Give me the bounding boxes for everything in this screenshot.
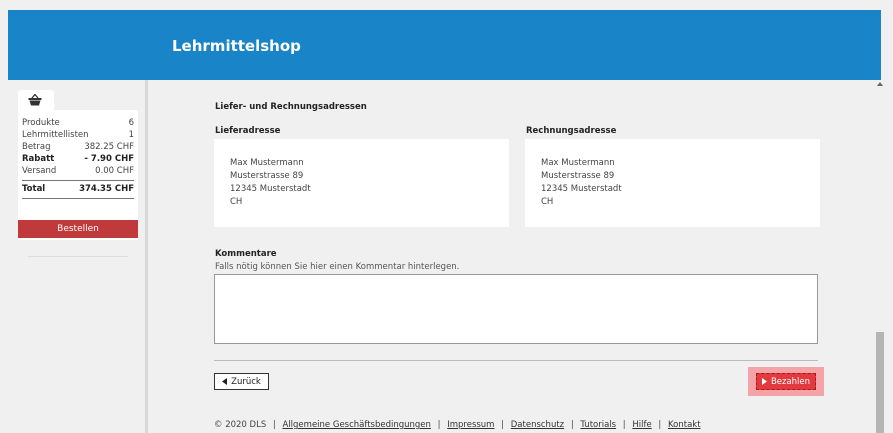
basket-row-discount: Rabatt - 7.90 CHF xyxy=(22,154,134,164)
order-button[interactable]: Bestellen xyxy=(18,220,138,238)
scroll-up-icon[interactable] xyxy=(877,82,883,86)
pay-button[interactable]: Bezahlen xyxy=(756,373,816,390)
section-title: Liefer- und Rechnungsadressen xyxy=(215,102,367,112)
divider-line xyxy=(214,360,818,361)
app-title: Lehrmittelshop xyxy=(172,37,301,55)
basket-row-total: Total 374.35 CHF xyxy=(22,184,134,194)
link-impressum[interactable]: Impressum xyxy=(447,420,494,430)
basket-row-products: Produkte 6 xyxy=(22,118,134,128)
billing-address: Max Mustermann Musterstrasse 89 12345 Mu… xyxy=(525,139,820,227)
comments-hint: Falls nötig können Sie hier einen Kommen… xyxy=(215,262,460,272)
basket-row-shipping: Versand 0.00 CHF xyxy=(22,166,134,176)
main-content: Liefer- und Rechnungsadressen Lieferadre… xyxy=(151,80,875,433)
comment-input[interactable] xyxy=(214,274,818,344)
footer: © 2020 DLS | Allgemeine Geschäftsbedingu… xyxy=(214,420,701,430)
link-hilfe[interactable]: Hilfe xyxy=(632,420,651,430)
scrollbar[interactable] xyxy=(875,80,885,433)
basket-row-lists: Lehrmittellisten 1 xyxy=(22,130,134,140)
sidebar: Produkte 6 Lehrmittellisten 1 Betrag 382… xyxy=(8,80,148,433)
link-datenschutz[interactable]: Datenschutz xyxy=(511,420,564,430)
scroll-thumb[interactable] xyxy=(876,332,884,433)
basket-row-amount: Betrag 382.25 CHF xyxy=(22,142,134,152)
back-button[interactable]: Zurück xyxy=(214,373,269,390)
basket-tab[interactable] xyxy=(18,90,54,110)
basket-divider xyxy=(22,180,134,181)
link-tutorials[interactable]: Tutorials xyxy=(580,420,616,430)
caret-right-icon xyxy=(761,378,767,385)
billing-title: Rechnungsadresse xyxy=(526,126,617,136)
delivery-address: Max Mustermann Musterstrasse 89 12345 Mu… xyxy=(214,139,509,227)
delivery-title: Lieferadresse xyxy=(215,126,281,136)
link-agb[interactable]: Allgemeine Geschäftsbedingungen xyxy=(283,420,431,430)
pay-button-highlight: Bezahlen xyxy=(748,367,824,396)
basket-icon xyxy=(28,94,42,106)
sidebar-divider xyxy=(28,256,128,257)
basket-divider-bottom xyxy=(22,198,134,199)
header-bar: Lehrmittelshop xyxy=(8,10,881,80)
caret-left-icon xyxy=(222,378,228,385)
comments-title: Kommentare xyxy=(215,249,277,259)
link-kontakt[interactable]: Kontakt xyxy=(668,420,701,430)
copyright: © 2020 DLS xyxy=(214,420,267,430)
